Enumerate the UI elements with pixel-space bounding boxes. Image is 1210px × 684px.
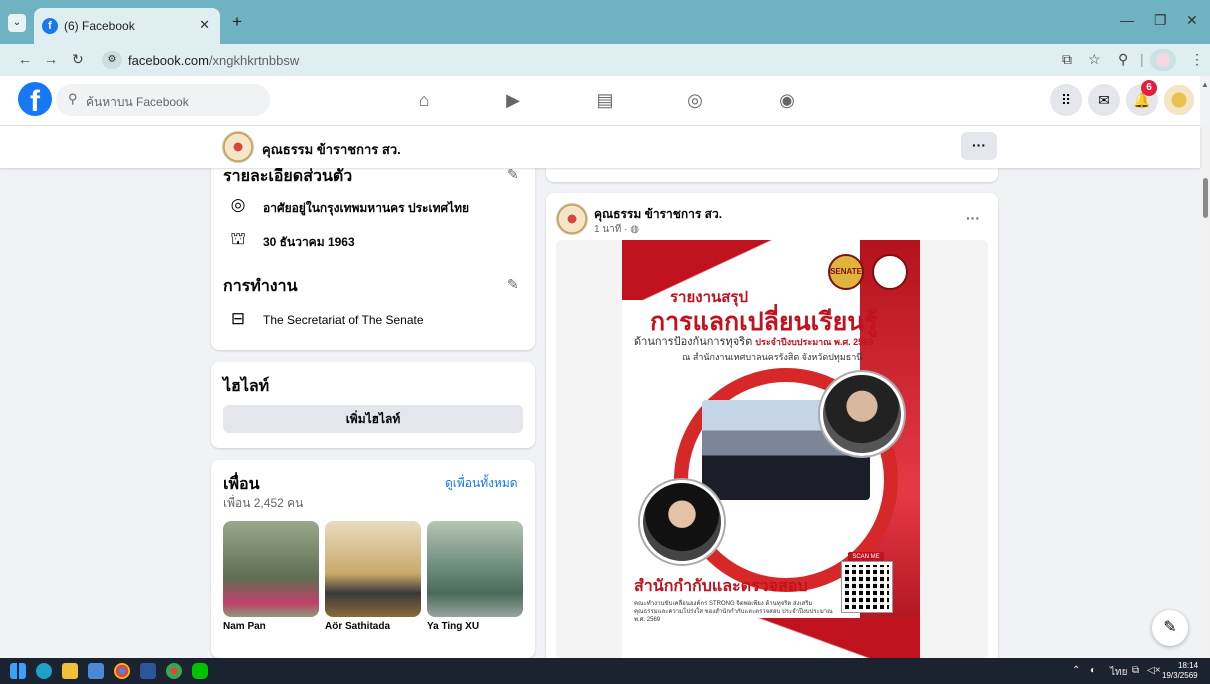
search-placeholder: ค้นหาบน Facebook xyxy=(86,95,189,109)
poster-speaker-photo xyxy=(820,372,904,456)
page-scrollbar[interactable] xyxy=(1201,126,1210,658)
workplace-text: The Secretariat of The Senate xyxy=(263,313,424,327)
post-timestamp[interactable]: 1 นาที · ◍ xyxy=(594,222,639,237)
browser-tab-bar: ⌄ f (6) Facebook ✕ + — ❐ ✕ xyxy=(0,0,1210,44)
friends-count: เพื่อน 2,452 คน xyxy=(223,496,304,510)
friends-card: เพื่อน ดูเพื่อนทั้งหมด เพื่อน 2,452 คน N… xyxy=(211,460,535,658)
location-text: อาศัยอยู่ในกรุงเทพมหานคร ประเทศไทย xyxy=(263,201,470,215)
facebook-header: f ⚲ ค้นหาบน Facebook ⌂ ▶ ▤ ◎ ◉ ⠿ ✉ 🔔 6 xyxy=(0,76,1200,126)
word-icon[interactable] xyxy=(140,663,156,679)
facebook-logo-icon[interactable]: f xyxy=(18,82,52,116)
poster-line1: ด้านการป้องกันการทุจริต ประจำปีงบประมาณ … xyxy=(634,336,874,348)
windows-taskbar: ⌃ ◐ ไทย ⧉ ◁× 18:14 19/3/2569 xyxy=(0,658,1210,684)
tray-app-icon[interactable]: ◐ xyxy=(1090,665,1096,676)
friend-name[interactable]: Nam Pan xyxy=(223,621,266,632)
volume-icon[interactable]: ◁× xyxy=(1147,665,1161,676)
facebook-search-input[interactable]: ⚲ ค้นหาบน Facebook xyxy=(56,84,270,116)
back-button[interactable]: ← xyxy=(18,51,32,67)
tab-close-icon[interactable]: ✕ xyxy=(199,17,210,33)
scrollbar-thumb[interactable] xyxy=(1203,178,1208,218)
strong-logo xyxy=(872,254,908,290)
browser-toolbar: ← → ↻ ⚙ facebook.com/xngkhkrtnbbsw ⧉ ☆ ⚲… xyxy=(0,44,1210,76)
location-pin-icon: ◎ xyxy=(230,195,246,214)
senate-strong-logo: SENATE xyxy=(828,254,864,290)
language-indicator[interactable]: ไทย xyxy=(1110,665,1127,680)
store-icon[interactable] xyxy=(88,663,104,679)
clock-time[interactable]: 18:14 xyxy=(1178,661,1198,670)
profile-sticky-bar: คุณธรรม ข้าราชการ สว. ··· xyxy=(0,126,1200,168)
search-icon: ⚲ xyxy=(68,91,78,106)
highlights-card: ไฮไลท์ เพิ่มไฮไลท์ xyxy=(211,362,535,448)
gaming-icon[interactable]: ◉ xyxy=(775,88,799,112)
bookmark-star-icon[interactable]: ☆ xyxy=(1088,51,1101,68)
minimize-button[interactable]: — xyxy=(1120,12,1134,28)
menu-grid-icon[interactable]: ⠿ xyxy=(1050,84,1082,116)
new-tab-button[interactable]: + xyxy=(232,12,242,32)
close-window-button[interactable]: ✕ xyxy=(1186,12,1198,29)
account-avatar[interactable] xyxy=(1164,85,1194,115)
tray-overflow-icon[interactable]: ⌃ xyxy=(1072,665,1080,676)
restore-button[interactable]: ❐ xyxy=(1154,12,1167,29)
facebook-favicon-icon: f xyxy=(42,18,58,34)
groups-icon[interactable]: ◎ xyxy=(683,88,707,112)
post-more-button[interactable]: ··· xyxy=(966,210,980,226)
friend-photo[interactable] xyxy=(223,521,319,617)
post-image[interactable]: SENATE รายงานสรุป การแลกเปลี่ยนเรียนรู้ … xyxy=(622,240,920,658)
work-heading: การทำงาน xyxy=(223,278,298,295)
site-info-icon[interactable]: ⚙ xyxy=(102,51,122,69)
messenger-icon[interactable]: ✉ xyxy=(1088,84,1120,116)
birthday-cake-icon: ⛫ xyxy=(230,229,246,248)
friend-photo[interactable] xyxy=(427,521,523,617)
address-bar[interactable]: ⚙ facebook.com/xngkhkrtnbbsw xyxy=(100,48,1050,72)
profile-avatar-icon xyxy=(1156,53,1170,67)
url-text: facebook.com/xngkhkrtnbbsw xyxy=(128,53,300,68)
clock-date[interactable]: 19/3/2569 xyxy=(1162,671,1198,680)
profile-more-button[interactable]: ··· xyxy=(961,132,997,160)
profile-avatar[interactable] xyxy=(222,131,254,163)
home-icon[interactable]: ⌂ xyxy=(412,88,436,112)
browser-menu-icon[interactable]: ⋮ xyxy=(1190,51,1204,68)
browser-tab[interactable]: f (6) Facebook ✕ xyxy=(34,8,220,44)
friend-name[interactable]: Aör Sathitada xyxy=(325,621,390,632)
line-icon[interactable] xyxy=(192,663,208,679)
app-icon[interactable] xyxy=(166,663,182,679)
see-all-friends-link[interactable]: ดูเพื่อนทั้งหมด xyxy=(445,474,518,493)
scroll-up-arrow[interactable]: ▲ xyxy=(1201,80,1209,89)
edit-work-pencil-icon[interactable]: ✎ xyxy=(507,276,519,293)
friend-photo[interactable] xyxy=(325,521,421,617)
extensions-icon[interactable]: ⚲ xyxy=(1118,51,1128,68)
add-highlight-button[interactable]: เพิ่มไฮไลท์ xyxy=(223,405,523,433)
install-app-icon[interactable]: ⧉ xyxy=(1062,51,1072,68)
file-explorer-icon[interactable] xyxy=(62,663,78,679)
edge-icon[interactable] xyxy=(36,663,52,679)
browser-profile-button[interactable] xyxy=(1150,49,1176,71)
poster-line2: ณ สำนักงานเทศบาลนครรังสิต จังหวัดปทุมธาน… xyxy=(682,352,863,362)
scan-me-label: SCAN ME xyxy=(848,552,884,562)
notification-badge: 6 xyxy=(1141,80,1157,96)
forward-button[interactable]: → xyxy=(44,51,58,67)
start-windows-icon[interactable] xyxy=(10,663,26,679)
about-card: รายละเอียดส่วนตัว ✎ ◎ อาศัยอยู่ในกรุงเทพ… xyxy=(211,150,535,350)
tab-title: (6) Facebook xyxy=(64,19,135,33)
briefcase-icon: ⊟ xyxy=(230,309,246,328)
reload-button[interactable]: ↻ xyxy=(72,51,84,68)
marketplace-icon[interactable]: ▤ xyxy=(593,88,617,112)
poster-person-photo xyxy=(640,480,724,564)
display-icon[interactable]: ⧉ xyxy=(1132,665,1139,676)
friend-name[interactable]: Ya Ting XU xyxy=(427,621,479,632)
post-author-avatar[interactable] xyxy=(556,203,588,235)
new-message-compose-icon[interactable]: ✎ xyxy=(1152,610,1188,646)
profile-name[interactable]: คุณธรรม ข้าราชการ สว. xyxy=(262,139,401,160)
poster-office-name: สำนักกำกับและตรวจสอบ xyxy=(634,578,808,595)
edit-pencil-icon[interactable]: ✎ xyxy=(507,166,519,183)
tab-search-button[interactable]: ⌄ xyxy=(8,14,26,32)
poster-red-shape xyxy=(622,618,920,658)
video-icon[interactable]: ▶ xyxy=(501,88,525,112)
birthday-text: 30 ธันวาคม 1963 xyxy=(263,235,355,249)
highlights-heading: ไฮไลท์ xyxy=(223,378,270,395)
poster-small-text: คณะทำงานขับเคลื่อนองค์กร STRONG จิตพอเพี… xyxy=(634,601,833,623)
qr-code xyxy=(842,562,892,612)
chrome-icon[interactable] xyxy=(114,663,130,679)
toolbar-divider: | xyxy=(1140,51,1144,67)
